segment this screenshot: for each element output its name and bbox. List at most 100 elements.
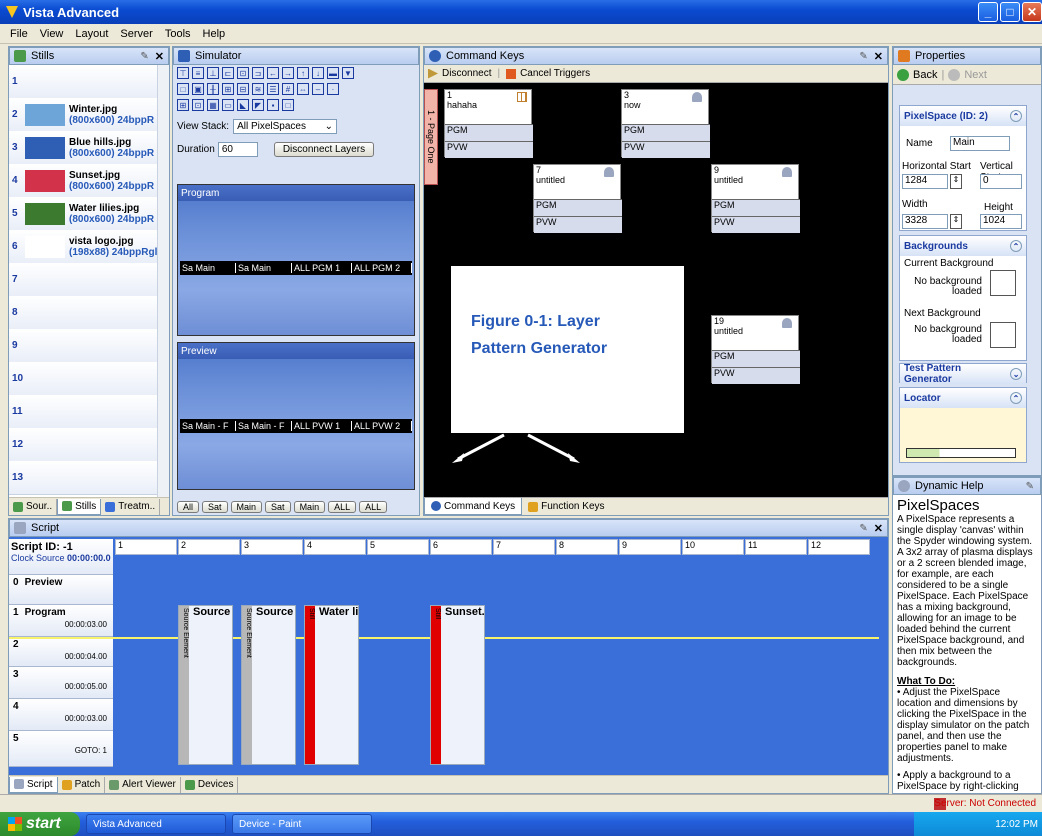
tab-patch[interactable]: Patch xyxy=(58,776,106,793)
still-item[interactable]: 9 xyxy=(9,329,159,363)
command-key-19[interactable]: 19 untitled PGM PVW xyxy=(711,315,800,384)
arrow-down-icon[interactable]: ↓ xyxy=(312,67,324,79)
filter-all[interactable]: All xyxy=(177,501,200,513)
tab-devices[interactable]: Devices xyxy=(181,776,239,793)
hstart-input[interactable]: 1284 xyxy=(902,174,948,189)
menu-file[interactable]: File xyxy=(10,28,28,40)
task-device-paint[interactable]: Device - Paint xyxy=(232,814,372,834)
filter-main-2[interactable]: Main xyxy=(293,501,326,513)
pointer2-icon[interactable]: ◤ xyxy=(252,99,264,111)
tab-alert-viewer[interactable]: Alert Viewer xyxy=(105,776,181,793)
close-button[interactable]: ✕ xyxy=(1022,2,1042,22)
collapse-icon[interactable]: ⌃ xyxy=(1010,110,1022,122)
still-item[interactable]: 11 xyxy=(9,395,159,429)
align-left-icon[interactable]: ⊏ xyxy=(222,67,234,79)
task-vista-advanced[interactable]: Vista Advanced xyxy=(86,814,226,834)
arrow-left-icon[interactable]: ← xyxy=(267,67,279,79)
close-icon[interactable]: ✕ xyxy=(874,522,883,535)
script-column-header[interactable]: 1 xyxy=(115,539,177,555)
ungroup-icon[interactable]: ⊟ xyxy=(237,83,249,95)
tab-stills[interactable]: Stills xyxy=(57,498,102,515)
script-element[interactable]: Source Element Source xyxy=(241,605,296,765)
still-item[interactable]: 13 xyxy=(9,461,159,495)
expand-icon[interactable]: ⌄ xyxy=(1010,368,1022,380)
grid-icon[interactable]: # xyxy=(282,83,294,95)
dash-icon[interactable]: – xyxy=(312,83,324,95)
next-button[interactable]: Next xyxy=(964,69,987,81)
still-item[interactable]: 8 xyxy=(9,296,159,330)
stills-scrollbar[interactable] xyxy=(157,65,169,497)
align-center-icon[interactable]: ⊡ xyxy=(237,67,249,79)
pointer-icon[interactable]: ◣ xyxy=(237,99,249,111)
width-input[interactable]: 3328 xyxy=(902,214,948,229)
align-top-icon[interactable]: ⊤ xyxy=(177,67,189,79)
cancel-triggers-button[interactable]: Cancel Triggers xyxy=(520,68,590,79)
script-track[interactable]: 5 GOTO: 1 xyxy=(9,731,113,767)
test-pattern-group[interactable]: Test Pattern Generator ⌄ xyxy=(899,363,1027,385)
command-key-3[interactable]: 3 now PGM PVW xyxy=(621,89,710,158)
script-column-header[interactable]: 2 xyxy=(178,539,240,555)
tab-sources[interactable]: Sour.. xyxy=(9,498,58,515)
script-column-header[interactable]: 3 xyxy=(241,539,303,555)
duration-input[interactable]: 60 xyxy=(217,142,258,157)
zoom-icon[interactable]: ⊡ xyxy=(192,99,204,111)
command-key-1[interactable]: 1 hahaha PGM PVW xyxy=(444,89,533,158)
height-input[interactable]: 1024 xyxy=(980,214,1022,229)
script-track[interactable]: 0 Preview xyxy=(9,575,113,605)
start-button[interactable]: start xyxy=(0,812,80,836)
tile-icon[interactable]: ▦ xyxy=(207,99,219,111)
tab-script[interactable]: Script xyxy=(9,776,58,793)
spread-icon[interactable]: ▼ xyxy=(342,67,354,79)
split-icon[interactable]: ╫ xyxy=(207,83,219,95)
still-item[interactable]: 10 xyxy=(9,362,159,396)
filter-main-1[interactable]: Main xyxy=(230,501,263,513)
still-item[interactable]: 4 Sunset.jpg (800x600) 24bppR xyxy=(9,164,159,198)
arrow-up-icon[interactable]: ↑ xyxy=(297,67,309,79)
next-background-swatch[interactable] xyxy=(990,322,1016,348)
stack-icon[interactable]: ≋ xyxy=(252,83,264,95)
script-track[interactable]: 1 Program 00:00:03.00 xyxy=(9,605,113,637)
script-track[interactable]: 3 00:00:05.00 xyxy=(9,667,113,699)
tab-command-keys[interactable]: Command Keys xyxy=(424,498,523,515)
still-item[interactable]: 2 Winter.jpg (800x600) 24bppR xyxy=(9,98,159,132)
command-key-9[interactable]: 9 untitled PGM PVW xyxy=(711,164,800,233)
view-stack-select[interactable]: All PixelSpaces ⌄ xyxy=(233,119,338,134)
script-element[interactable]: Still Water lil xyxy=(304,605,359,765)
tab-function-keys[interactable]: Function Keys xyxy=(522,501,610,512)
menu-view[interactable]: View xyxy=(40,28,64,40)
script-column-header[interactable]: 11 xyxy=(745,539,807,555)
box-icon[interactable]: ▪ xyxy=(267,99,279,111)
still-item[interactable]: 7 xyxy=(9,263,159,297)
distribute-icon[interactable]: ▬ xyxy=(327,67,339,79)
script-column-header[interactable]: 6 xyxy=(430,539,492,555)
pin-icon[interactable]: ✎ xyxy=(140,51,148,62)
script-column-header[interactable]: 9 xyxy=(619,539,681,555)
name-input[interactable]: Main xyxy=(950,136,1010,151)
script-element[interactable]: Source Element Source xyxy=(178,605,233,765)
script-column-header[interactable]: 8 xyxy=(556,539,618,555)
disconnect-button[interactable]: Disconnect xyxy=(442,68,491,79)
hstart-stepper[interactable]: ⇕ xyxy=(950,174,962,189)
clock[interactable]: 12:02 PM xyxy=(995,819,1038,830)
script-element[interactable]: Still Sunset.j xyxy=(430,605,485,765)
preview-display[interactable]: Preview Sa Main - F Sa Main - F ALL PVW 1A… xyxy=(177,342,415,490)
script-track[interactable]: 2 00:00:04.00 xyxy=(9,637,113,667)
menu-tools[interactable]: Tools xyxy=(165,28,191,40)
still-item[interactable]: 12 xyxy=(9,428,159,462)
current-background-swatch[interactable] xyxy=(990,270,1016,296)
collapse-icon[interactable]: ⌃ xyxy=(1010,392,1022,404)
align-bottom-icon[interactable]: ⊥ xyxy=(207,67,219,79)
pin-icon[interactable]: ✎ xyxy=(859,523,867,534)
filter-all-3[interactable]: ALL xyxy=(359,501,388,513)
group-icon[interactable]: ⊞ xyxy=(222,83,234,95)
program-display[interactable]: Program Sa Main Sa Main ALL PGM 1 ALL PGM 2 xyxy=(177,184,415,336)
monitor-icon[interactable]: ▭ xyxy=(222,99,234,111)
page-one-tab[interactable]: 1 - Page One xyxy=(424,89,438,185)
script-track[interactable]: 4 00:00:03.00 xyxy=(9,699,113,731)
arrow-right-icon[interactable]: → xyxy=(282,67,294,79)
script-column-header[interactable]: 4 xyxy=(304,539,366,555)
maximize-button[interactable]: □ xyxy=(1000,2,1020,22)
collapse-icon[interactable]: ⌃ xyxy=(1010,240,1022,252)
script-column-header[interactable]: 5 xyxy=(367,539,429,555)
still-item[interactable]: 5 Water lilies.jpg (800x600) 24bppR xyxy=(9,197,159,231)
